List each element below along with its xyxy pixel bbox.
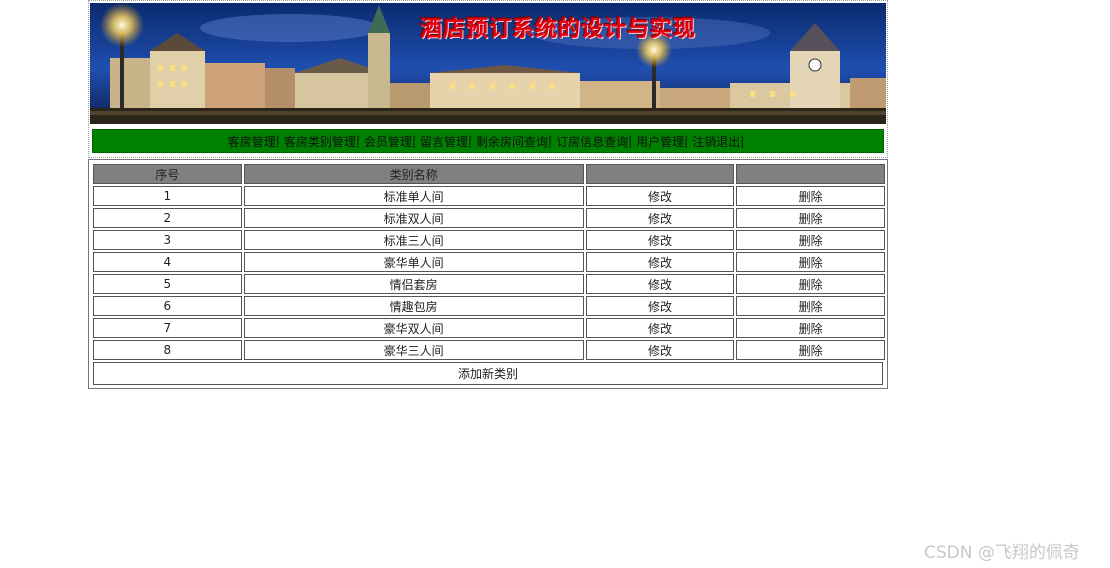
delete-link[interactable]: 删除 [736, 230, 885, 250]
row-id: 4 [93, 252, 242, 272]
row-id: 1 [93, 186, 242, 206]
table-row: 3 标准三人间 修改 删除 [93, 230, 885, 250]
nav-separator: | [355, 134, 360, 148]
nav-separator: | [411, 134, 416, 148]
nav-separator: | [628, 134, 633, 148]
room-category-table: 序号 类别名称 1 标准单人间 修改 删除 2 标准双人间 修改 删除 3 标准三人间 修改 删除 4 豪… [91, 162, 887, 362]
delete-link[interactable]: 删除 [736, 318, 885, 338]
delete-link[interactable]: 删除 [736, 340, 885, 360]
row-category-name: 豪华单人间 [243, 252, 584, 272]
header-delete [736, 164, 885, 184]
row-category-name: 标准单人间 [243, 186, 584, 206]
delete-link[interactable]: 删除 [736, 296, 885, 316]
watermark: CSDN @飞翔的佩奇 [924, 543, 1080, 563]
header-edit [585, 164, 735, 184]
nav-item-5[interactable]: 订房信息查询 [556, 133, 628, 150]
table-row: 5 情侣套房 修改 删除 [93, 274, 885, 294]
row-category-name: 情侣套房 [243, 274, 584, 294]
row-category-name: 标准双人间 [243, 208, 584, 228]
row-id: 8 [93, 340, 242, 360]
table-row: 6 情趣包房 修改 删除 [93, 296, 885, 316]
nav-item-2[interactable]: 会员管理 [364, 133, 412, 150]
add-category-link[interactable]: 添加新类别 [93, 362, 883, 385]
nav-separator: | [275, 134, 280, 148]
banner-image: 酒店预订系统的设计与实现 [90, 3, 886, 124]
row-id: 2 [93, 208, 242, 228]
table-row: 4 豪华单人间 修改 删除 [93, 252, 885, 272]
row-id: 7 [93, 318, 242, 338]
edit-link[interactable]: 修改 [585, 274, 735, 294]
edit-link[interactable]: 修改 [585, 230, 735, 250]
edit-link[interactable]: 修改 [585, 318, 735, 338]
nav-separator: | [684, 134, 689, 148]
table-header-row: 序号 类别名称 [93, 164, 885, 184]
delete-link[interactable]: 删除 [736, 274, 885, 294]
row-category-name: 情趣包房 [243, 296, 584, 316]
edit-link[interactable]: 修改 [585, 296, 735, 316]
row-category-name: 豪华双人间 [243, 318, 584, 338]
row-id: 5 [93, 274, 242, 294]
nav-item-4[interactable]: 剩余房间查询 [476, 133, 548, 150]
delete-link[interactable]: 删除 [736, 252, 885, 272]
add-row: 添加新类别 [91, 362, 885, 386]
table-row: 7 豪华双人间 修改 删除 [93, 318, 885, 338]
table-row: 1 标准单人间 修改 删除 [93, 186, 885, 206]
delete-link[interactable]: 删除 [736, 208, 885, 228]
nav-item-6[interactable]: 用户管理 [636, 133, 684, 150]
banner-title: 酒店预订系统的设计与实现 [420, 16, 697, 42]
nav-separator: | [740, 134, 745, 148]
nav-separator: | [467, 134, 472, 148]
room-category-table-frame: 序号 类别名称 1 标准单人间 修改 删除 2 标准双人间 修改 删除 3 标准三人间 修改 删除 4 豪… [88, 159, 888, 389]
table-row: 2 标准双人间 修改 删除 [93, 208, 885, 228]
header-category-name: 类别名称 [243, 164, 584, 184]
main-nav: 客房管理 | 客房类别管理 | 会员管理 | 留言管理 | 剩余房间查询 | 订房信息查询 | 用户管理… [92, 129, 884, 153]
nav-separator: | [548, 134, 553, 148]
nav-item-7[interactable]: 注销退出 [692, 133, 740, 150]
row-category-name: 豪华三人间 [243, 340, 584, 360]
delete-link[interactable]: 删除 [736, 186, 885, 206]
edit-link[interactable]: 修改 [585, 252, 735, 272]
nav-item-1[interactable]: 客房类别管理 [284, 133, 356, 150]
row-id: 3 [93, 230, 242, 250]
edit-link[interactable]: 修改 [585, 340, 735, 360]
nav-item-3[interactable]: 留言管理 [420, 133, 468, 150]
row-id: 6 [93, 296, 242, 316]
edit-link[interactable]: 修改 [585, 186, 735, 206]
table-row: 8 豪华三人间 修改 删除 [93, 340, 885, 360]
header-id: 序号 [93, 164, 242, 184]
row-category-name: 标准三人间 [243, 230, 584, 250]
edit-link[interactable]: 修改 [585, 208, 735, 228]
nav-item-0[interactable]: 客房管理 [228, 133, 276, 150]
